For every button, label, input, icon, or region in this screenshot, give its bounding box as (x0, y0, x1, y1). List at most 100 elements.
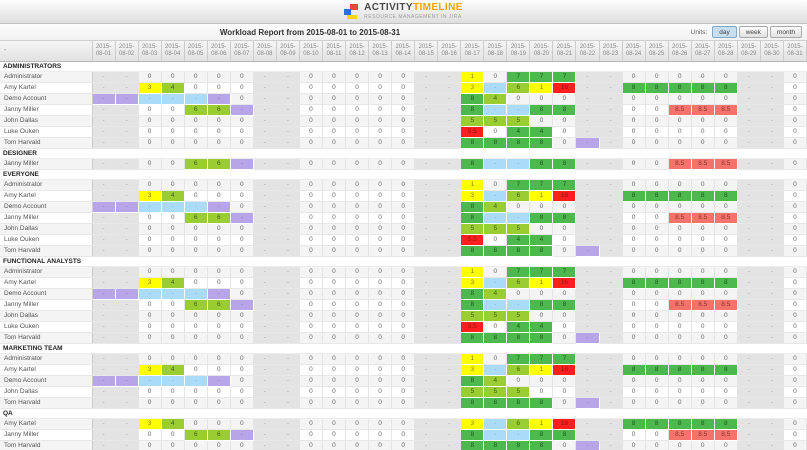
workload-cell: - (115, 115, 138, 126)
workload-cell: 0 (392, 364, 415, 375)
workload-cell: 8 (622, 190, 645, 201)
workload-cell: - (253, 418, 276, 429)
workload-cell: 0 (346, 364, 369, 375)
workload-cell: 0 (622, 212, 645, 223)
workload-cell: 0 (691, 375, 714, 386)
workload-cell: 8 (553, 212, 576, 223)
workload-cell: 0 (161, 386, 184, 397)
workload-cell: 0 (207, 440, 230, 450)
workload-cell: - (760, 82, 783, 93)
workload-cell: - (438, 332, 461, 343)
workload-cell: 0 (553, 397, 576, 408)
workload-cell: 0 (322, 277, 345, 288)
workload-cell: - (276, 353, 299, 364)
workload-cell: 0 (207, 115, 230, 126)
workload-cell: - (576, 429, 599, 440)
workload-cell: - (760, 332, 783, 343)
workload-cell: 4 (484, 375, 507, 386)
workload-cell: 0 (714, 71, 737, 82)
workload-cell: - (415, 115, 438, 126)
workload-cell: 0 (668, 126, 691, 137)
workload-cell: 0 (207, 266, 230, 277)
workload-cell: 3 (138, 190, 161, 201)
workload-cell: 0 (783, 364, 806, 375)
workload-cell: 0 (622, 104, 645, 115)
member-name-cell: Demo Account (0, 288, 92, 299)
workload-cell: - (415, 332, 438, 343)
workload-cell: 1 (461, 71, 484, 82)
workload-cell: 0 (714, 93, 737, 104)
workload-cell: - (438, 353, 461, 364)
date-header-cell: 2015-08-24 (622, 41, 645, 61)
workload-cell: - (576, 234, 599, 245)
workload-cell: 3 (138, 364, 161, 375)
member-row: John Dallas--00000--00000--55500--00000-… (0, 310, 807, 321)
workload-cell: 0 (622, 288, 645, 299)
workload-cell: - (253, 158, 276, 169)
top-bar: ACTIVITYTIMELINE RESOURCE MANAGEMENT IN … (0, 0, 807, 24)
workload-cell: 0 (369, 321, 392, 332)
workload-cell: - (484, 158, 507, 169)
workload-cell: 0 (299, 179, 322, 190)
workload-cell: 0 (230, 71, 253, 82)
unit-button-month[interactable]: month (770, 26, 802, 38)
workload-cell: 0 (484, 266, 507, 277)
workload-cell: - (92, 375, 115, 386)
member-row: Janny Miller--0066---00000--8--88--008.5… (0, 299, 807, 310)
workload-cell: 0 (299, 375, 322, 386)
workload-cell: 0 (184, 82, 207, 93)
workload-cell: - (276, 440, 299, 450)
workload-cell: - (92, 440, 115, 450)
workload-cell: 5 (507, 115, 530, 126)
workload-cell: 0 (392, 321, 415, 332)
member-name-cell: Luke Ouken (0, 321, 92, 332)
workload-cell: 0 (322, 104, 345, 115)
workload-cell: - (438, 375, 461, 386)
workload-cell: - (599, 429, 622, 440)
workload-cell: - (115, 332, 138, 343)
workload-cell: - (415, 234, 438, 245)
date-header-cell: 2015-08-14 (392, 41, 415, 61)
workload-cell: - (599, 266, 622, 277)
workload-cell: - (415, 288, 438, 299)
workload-cell: 0 (369, 332, 392, 343)
workload-cell: 0 (369, 245, 392, 256)
workload-cell: - (415, 223, 438, 234)
workload-cell: 0 (622, 234, 645, 245)
workload-cell: - (276, 158, 299, 169)
workload-cell: 0 (553, 386, 576, 397)
workload-cell: - (115, 245, 138, 256)
unit-button-day[interactable]: day (712, 26, 736, 38)
workload-cell: 0 (392, 137, 415, 148)
workload-cell: 0 (783, 353, 806, 364)
date-header-cell: 2015-08-30 (760, 41, 783, 61)
workload-cell: 0 (322, 71, 345, 82)
workload-cell: - (438, 440, 461, 450)
workload-cell: - (599, 223, 622, 234)
workload-cell: 0 (369, 310, 392, 321)
workload-cell: - (576, 179, 599, 190)
workload-cell: 8 (484, 440, 507, 450)
workload-cell: 0 (783, 201, 806, 212)
workload-cell: 0 (783, 266, 806, 277)
workload-cell: - (599, 82, 622, 93)
workload-cell: 0 (507, 375, 530, 386)
workload-cell: 0 (138, 212, 161, 223)
corner-header-cell: - (0, 41, 92, 61)
workload-cell: 0 (369, 440, 392, 450)
brand-timeline: TIMELINE (413, 2, 463, 13)
workload-cell: - (507, 158, 530, 169)
workload-cell: - (576, 310, 599, 321)
unit-button-week[interactable]: week (739, 26, 768, 38)
workload-cell: - (92, 212, 115, 223)
workload-cell: 8.5 (668, 212, 691, 223)
workload-cell: 0 (484, 179, 507, 190)
workload-cell: 0 (369, 115, 392, 126)
workload-cell: 7 (530, 266, 553, 277)
units-label: Units: (691, 29, 708, 36)
workload-cell: 0 (299, 266, 322, 277)
workload-cell: 0 (553, 288, 576, 299)
workload-cell: 16 (553, 190, 576, 201)
member-row: Demo Account------0--00000--84000--00000… (0, 288, 807, 299)
workload-cell: - (415, 201, 438, 212)
